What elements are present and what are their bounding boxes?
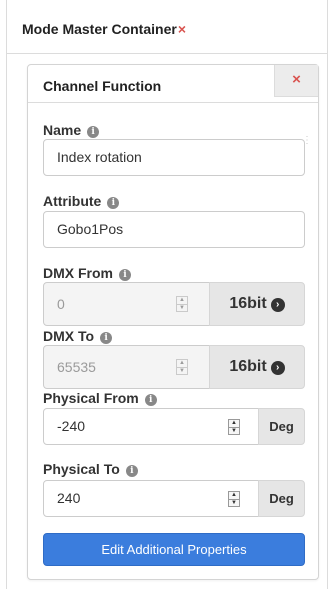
container-close-icon[interactable]: × [178,21,186,37]
dmx-to-label-text: DMX To [43,328,95,344]
dmx-to-bit-toggle[interactable]: 16bit › [209,345,305,389]
chevron-right-circle-icon: › [270,298,285,312]
spin-down-icon[interactable]: ▼ [177,367,187,374]
attribute-input[interactable]: Gobo1Pos [43,211,305,248]
physical-from-label: Physical From i [43,390,157,406]
dmx-from-label-text: DMX From [43,265,113,281]
edit-additional-properties-button[interactable]: Edit Additional Properties [43,533,305,566]
dmx-to-bits: 16bit [229,358,267,375]
mode-master-container: Mode Master Container× Channel Function … [6,0,328,589]
info-icon[interactable]: i [107,197,120,209]
panel-header: Channel Function × [28,65,318,103]
container-title-text: Mode Master Container [22,21,177,37]
physical-to-label: Physical To i [43,461,138,477]
panel-close-icon[interactable]: × [274,65,318,97]
spin-up-icon[interactable]: ▲ [177,297,187,304]
physical-to-unit: Deg [258,480,305,517]
info-icon[interactable]: i [125,465,138,477]
physical-from-input[interactable]: -240 [43,408,259,445]
spin-down-icon[interactable]: ▼ [229,499,239,506]
resize-handle-icon[interactable]: ⋮ [302,136,312,146]
spin-up-icon[interactable]: ▲ [177,360,187,367]
info-icon[interactable]: i [144,394,157,406]
physical-to-label-text: Physical To [43,461,120,477]
chevron-right-circle-icon: › [270,361,285,375]
attribute-label: Attribute i [43,193,120,209]
physical-to-spinner-icon[interactable]: ▲ ▼ [228,491,240,507]
container-header: Mode Master Container× [7,0,327,54]
dmx-from-label: DMX From i [43,265,131,281]
attribute-label-text: Attribute [43,193,102,209]
info-icon[interactable]: i [100,332,113,344]
dmx-from-bit-toggle[interactable]: 16bit › [209,282,305,326]
name-label-text: Name [43,122,82,138]
panel-title: Channel Function [43,78,162,94]
channel-function-panel: Channel Function × Name i Index rotation … [27,64,319,580]
dmx-to-spinner-icon[interactable]: ▲ ▼ [176,359,188,375]
info-icon[interactable]: i [119,269,131,281]
name-input[interactable]: Index rotation [43,139,305,176]
container-title: Mode Master Container× [22,21,186,37]
physical-from-unit: Deg [258,408,305,445]
physical-from-label-text: Physical From [43,390,139,406]
info-icon[interactable]: i [87,126,100,138]
spin-up-icon[interactable]: ▲ [229,420,239,427]
name-label: Name i [43,122,100,138]
spin-down-icon[interactable]: ▼ [177,304,187,311]
physical-from-spinner-icon[interactable]: ▲ ▼ [228,419,240,435]
dmx-from-spinner-icon[interactable]: ▲ ▼ [176,296,188,312]
dmx-to-label: DMX To i [43,328,113,344]
spin-up-icon[interactable]: ▲ [229,492,239,499]
physical-to-input[interactable]: 240 [43,480,259,517]
dmx-from-bits: 16bit [229,295,267,312]
spin-down-icon[interactable]: ▼ [229,427,239,434]
